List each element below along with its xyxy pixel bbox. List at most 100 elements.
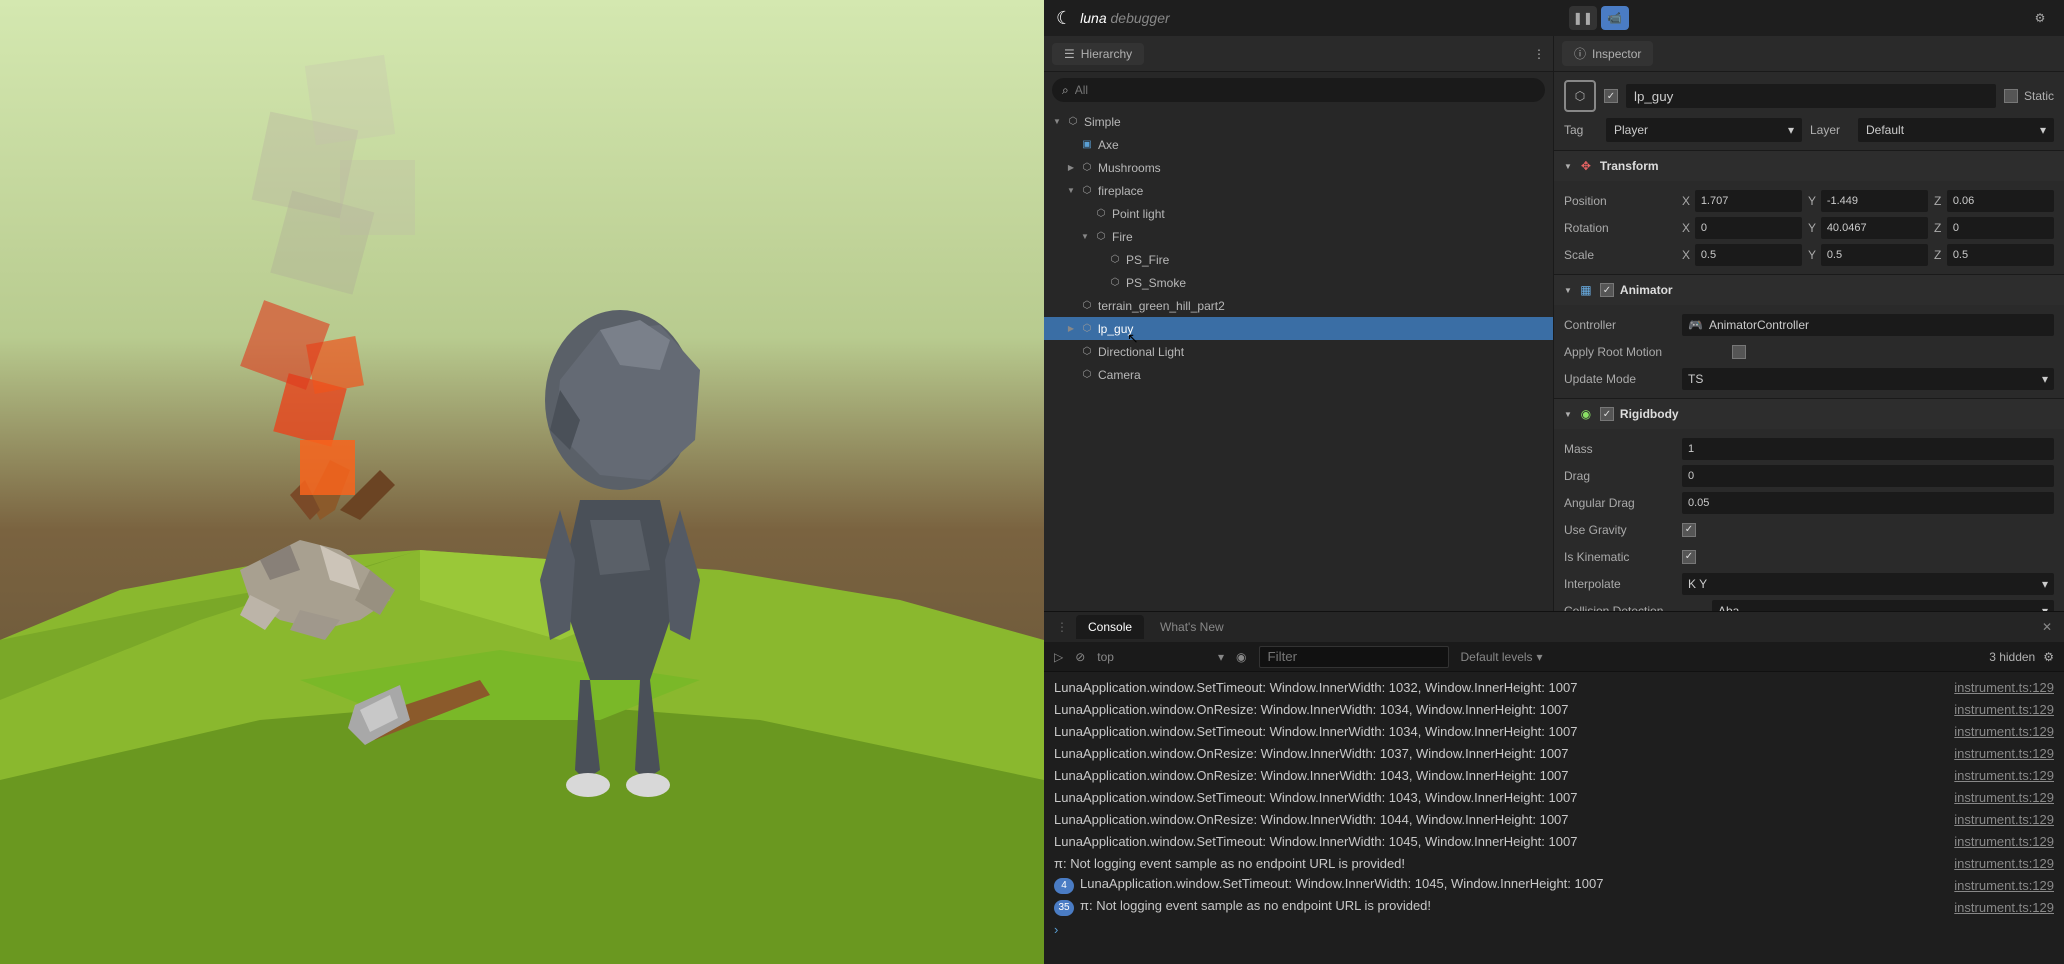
hierarchy-menu-button[interactable]: ⋮ (1533, 47, 1545, 61)
hierarchy-tab[interactable]: ☰ Hierarchy (1052, 43, 1144, 65)
tree-item-axe[interactable]: ▣Axe (1044, 133, 1553, 156)
pause-button[interactable]: ❚❚ (1569, 6, 1597, 30)
drag-handle-icon[interactable]: ⋮ (1052, 616, 1072, 638)
hex-icon: ⬡ (1108, 253, 1122, 267)
transform-header[interactable]: ▼ ✥ Transform (1554, 151, 2064, 181)
animator-enabled-checkbox[interactable]: ✓ (1600, 283, 1614, 297)
log-line: LunaApplication.window.SetTimeout: Windo… (1054, 676, 2054, 698)
object-name-input[interactable] (1626, 84, 1996, 108)
interpolate-dropdown[interactable]: K Y▾ (1682, 573, 2054, 595)
controller-field[interactable]: 🎮AnimatorController (1682, 314, 2054, 336)
context-dropdown[interactable]: top ▾ (1097, 650, 1224, 664)
game-viewport[interactable] (0, 0, 1044, 964)
tree-item-pointlight[interactable]: ⬡Point light (1044, 202, 1553, 225)
log-source-link[interactable]: instrument.ts:129 (1954, 790, 2054, 805)
rigidbody-enabled-checkbox[interactable]: ✓ (1600, 407, 1614, 421)
gravity-checkbox[interactable]: ✓ (1682, 523, 1696, 537)
log-line: LunaApplication.window.OnResize: Window.… (1054, 742, 2054, 764)
log-source-link[interactable]: instrument.ts:129 (1954, 856, 2054, 871)
mass-input[interactable] (1682, 438, 2054, 460)
controller-icon: 🎮 (1688, 318, 1703, 332)
levels-dropdown[interactable]: Default levels ▾ (1461, 650, 1543, 664)
count-badge: 4 (1054, 878, 1074, 894)
animator-icon: ▦ (1578, 282, 1594, 298)
log-source-link[interactable]: instrument.ts:129 (1954, 746, 2054, 761)
hex-icon: ⬡ (1080, 322, 1094, 336)
log-source-link[interactable]: instrument.ts:129 (1954, 680, 2054, 695)
rigidbody-header[interactable]: ▼ ◉ ✓ Rigidbody (1554, 399, 2064, 429)
log-line: π: Not logging event sample as no endpoi… (1054, 852, 2054, 874)
controller-label: Controller (1564, 318, 1674, 332)
fold-icon: ▼ (1564, 286, 1572, 295)
hierarchy-search[interactable]: ⌕ (1052, 78, 1545, 102)
hidden-count: 3 hidden (1989, 650, 2035, 664)
rotation-z-input[interactable] (1947, 217, 2054, 239)
tree-item-pssmoke[interactable]: ⬡PS_Smoke (1044, 271, 1553, 294)
tree-item-dirlight[interactable]: ⬡Directional Light (1044, 340, 1553, 363)
filter-input[interactable] (1259, 646, 1449, 668)
animator-header[interactable]: ▼ ▦ ✓ Animator (1554, 275, 2064, 305)
hierarchy-title: Hierarchy (1081, 47, 1132, 61)
transform-icon: ✥ (1578, 158, 1594, 174)
position-y-input[interactable] (1821, 190, 1928, 212)
angular-drag-input[interactable] (1682, 492, 2054, 514)
log-line: LunaApplication.window.OnResize: Window.… (1054, 764, 2054, 786)
console-gear-icon[interactable]: ⚙ (2043, 650, 2054, 664)
hierarchy-tree: ▼⬡Simple ▣Axe ▶⬡Mushrooms ▼⬡fireplace ⬡P… (1044, 108, 1553, 388)
scale-y-input[interactable] (1821, 244, 1928, 266)
log-source-link[interactable]: instrument.ts:129 (1954, 900, 2054, 915)
console-prompt[interactable]: › (1054, 918, 2054, 940)
angular-drag-label: Angular Drag (1564, 496, 1674, 510)
clear-button[interactable]: ⊘ (1075, 650, 1085, 664)
rigidbody-component: ▼ ◉ ✓ Rigidbody Mass Drag Angular Drag U… (1554, 399, 2064, 631)
tree-item-mushrooms[interactable]: ▶⬡Mushrooms (1044, 156, 1553, 179)
app-subtitle: debugger (1111, 10, 1170, 26)
hex-icon: ⬡ (1094, 230, 1108, 244)
tree-item-terrain[interactable]: ⬡terrain_green_hill_part2 (1044, 294, 1553, 317)
scale-x-input[interactable] (1695, 244, 1802, 266)
log-source-link[interactable]: instrument.ts:129 (1954, 834, 2054, 849)
layer-dropdown[interactable]: Default▾ (1858, 118, 2054, 142)
tab-console[interactable]: Console (1076, 615, 1144, 639)
drag-input[interactable] (1682, 465, 2054, 487)
kinematic-checkbox[interactable]: ✓ (1682, 550, 1696, 564)
inspector-tab[interactable]: ⓘ Inspector (1562, 41, 1653, 66)
position-z-input[interactable] (1947, 190, 2054, 212)
tree-item-camera[interactable]: ⬡Camera (1044, 363, 1553, 386)
log-source-link[interactable]: instrument.ts:129 (1954, 878, 2054, 893)
log-source-link[interactable]: instrument.ts:129 (1954, 724, 2054, 739)
tree-item-lpguy[interactable]: ▶⬡lp_guy (1044, 317, 1553, 340)
apply-root-checkbox[interactable] (1732, 345, 1746, 359)
camera-button[interactable]: 📹 (1601, 6, 1629, 30)
play-icon[interactable]: ▷ (1054, 650, 1063, 664)
animator-component: ▼ ▦ ✓ Animator Controller 🎮AnimatorContr… (1554, 275, 2064, 399)
info-icon: ⓘ (1574, 45, 1586, 62)
tree-item-fire[interactable]: ▼⬡Fire (1044, 225, 1553, 248)
tree-item-fireplace[interactable]: ▼⬡fireplace (1044, 179, 1553, 202)
hex-icon: ⬡ (1080, 161, 1094, 175)
position-x-input[interactable] (1695, 190, 1802, 212)
search-input[interactable] (1075, 83, 1535, 97)
log-source-link[interactable]: instrument.ts:129 (1954, 702, 2054, 717)
tag-dropdown[interactable]: Player▾ (1606, 118, 1802, 142)
console-log[interactable]: LunaApplication.window.SetTimeout: Windo… (1044, 672, 2064, 964)
rigidbody-icon: ◉ (1578, 406, 1594, 422)
chevron-down-icon: ▾ (2040, 123, 2046, 137)
rotation-x-input[interactable] (1695, 217, 1802, 239)
log-source-link[interactable]: instrument.ts:129 (1954, 768, 2054, 783)
console-close-button[interactable]: ✕ (2038, 616, 2056, 638)
log-source-link[interactable]: instrument.ts:129 (1954, 812, 2054, 827)
tab-whatsnew[interactable]: What's New (1148, 615, 1236, 639)
update-mode-dropdown[interactable]: TS▾ (1682, 368, 2054, 390)
scale-z-input[interactable] (1947, 244, 2054, 266)
active-checkbox[interactable]: ✓ (1604, 89, 1618, 103)
search-icon: ⌕ (1062, 83, 1069, 98)
eye-icon[interactable]: ◉ (1236, 650, 1246, 664)
settings-button[interactable]: ⚙ (2028, 6, 2052, 30)
tree-root[interactable]: ▼⬡Simple (1044, 110, 1553, 133)
rotation-y-input[interactable] (1821, 217, 1928, 239)
static-checkbox[interactable] (2004, 89, 2018, 103)
tree-item-psfire[interactable]: ⬡PS_Fire (1044, 248, 1553, 271)
position-label: Position (1564, 194, 1674, 208)
transform-component: ▼ ✥ Transform Position X Y Z Rotation (1554, 151, 2064, 275)
